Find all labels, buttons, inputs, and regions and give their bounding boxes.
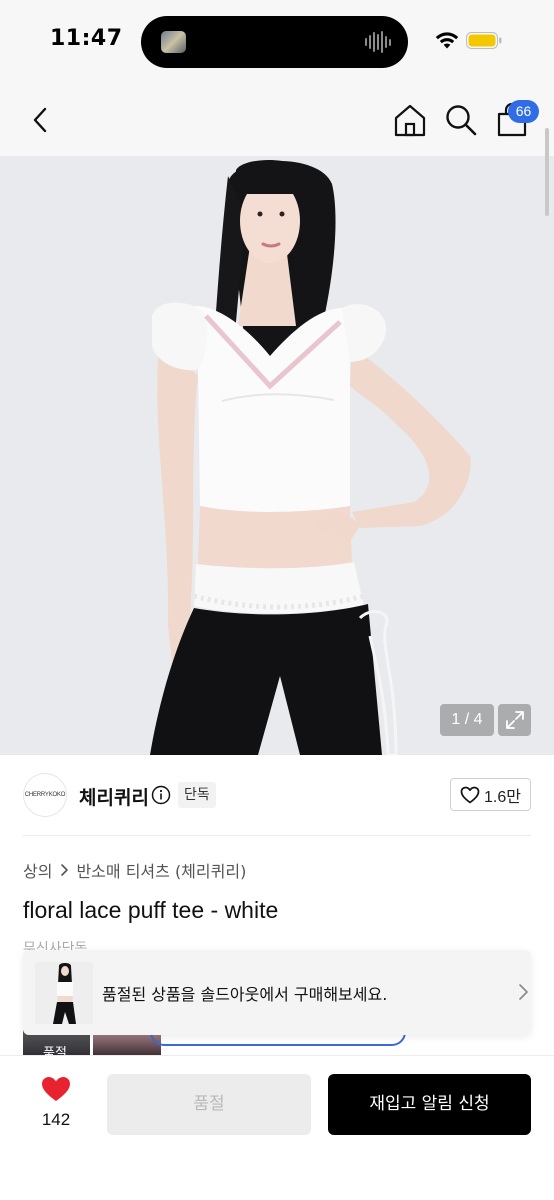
status-time: 11:47 [50,26,123,51]
chevron-left-icon [33,107,47,133]
audio-waveform-icon [365,30,391,54]
brand-like-button[interactable]: 1.6만 [450,778,531,811]
section-divider [23,835,531,836]
search-button[interactable] [443,102,479,138]
heart-filled-icon [42,1077,70,1101]
home-button[interactable] [392,102,428,138]
restock-notification-button[interactable]: 재입고 알림 신청 [328,1074,531,1135]
brand-logo-text: CHERRYKOKO [24,792,66,798]
wishlist-button[interactable]: 142 [34,1076,78,1136]
dynamic-island [141,16,408,68]
soldout-button: 품절 [107,1074,311,1135]
expand-image-button[interactable] [498,704,531,736]
page-scroll-indicator [545,128,549,216]
status-bar: 11:47 [0,0,554,84]
chevron-right-icon [61,864,69,876]
soldout-banner[interactable]: 품절된 상품을 솔드아웃에서 구매해보세요. [23,950,531,1035]
top-navigation-bar [0,84,554,156]
back-button[interactable] [24,102,56,138]
breadcrumb: 상의 반소매 티셔츠 (체리퀴리) [23,858,246,882]
now-playing-thumbnail [161,31,186,53]
brand-logo[interactable]: CHERRYKOKO [23,773,67,817]
search-icon [446,105,477,136]
wishlist-count: 142 [41,1110,71,1129]
breadcrumb-subcategory[interactable]: 반소매 티셔츠 (체리퀴리) [76,858,246,882]
product-title: floral lace puff tee - white [23,897,279,923]
brand-row: CHERRYKOKO 체리퀴리 단독 1.6만 [0,755,554,835]
product-image-gallery[interactable] [0,156,554,755]
brand-like-count: 1.6만 [484,788,521,806]
wifi-icon [435,32,459,49]
heart-outline-icon [460,786,480,803]
thumbnail-soldout-label: 품절 [43,1046,67,1056]
exclusive-badge: 단독 [178,782,216,808]
battery-icon [466,32,502,49]
banner-product-photo [53,963,76,1024]
cart-count-badge: 66 [508,100,539,123]
soldout-banner-text: 품절된 상품을 솔드아웃에서 구매해보세요. [102,985,388,1004]
image-counter: 1 / 4 [440,704,494,736]
home-icon [394,104,426,137]
brand-name-link[interactable]: 체리퀴리 [79,783,149,810]
breadcrumb-category[interactable]: 상의 [23,858,52,882]
purchase-bottom-bar: 142 품절 재입고 알림 신청 [0,1055,554,1200]
expand-icon [505,711,524,729]
info-icon[interactable] [151,785,171,805]
chevron-right-icon [519,984,528,1000]
product-photo [150,159,471,755]
banner-product-thumbnail [35,962,93,1024]
